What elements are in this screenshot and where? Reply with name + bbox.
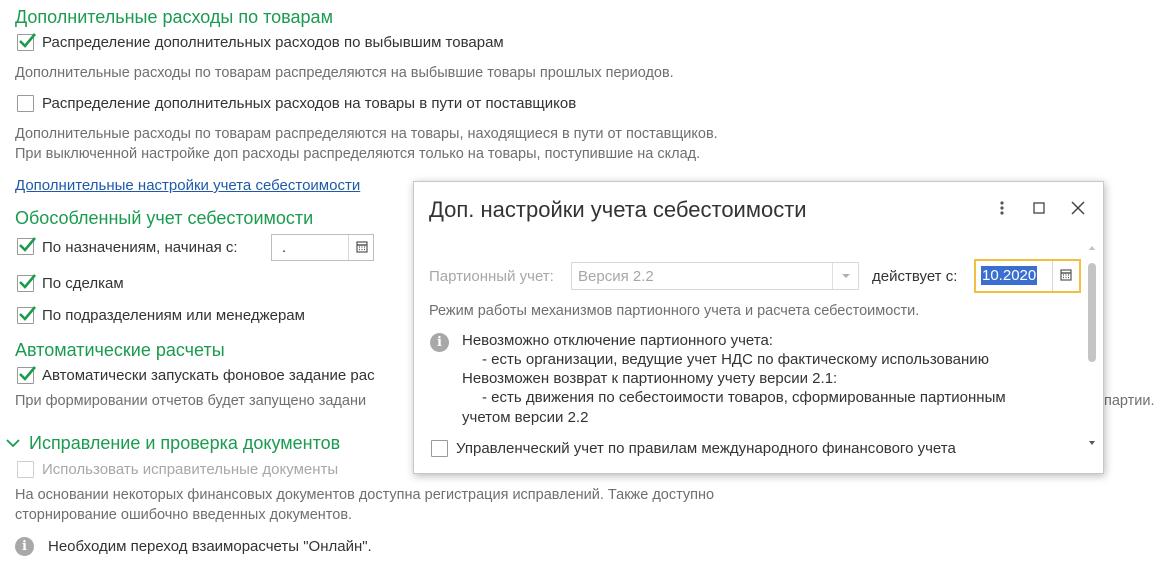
cost-settings-dialog: Доп. настройки учета себестоимости Парти… (413, 181, 1104, 474)
checkbox-distribute-retired[interactable] (17, 33, 36, 51)
checkbox-ifrs-management[interactable] (431, 440, 448, 457)
checkbox-by-deals[interactable] (17, 274, 36, 292)
label-by-deals[interactable]: По сделкам (42, 275, 124, 292)
note-auto: При формировании отчетов будет запущено … (15, 393, 367, 409)
calendar-icon (356, 241, 368, 253)
more-vertical-icon[interactable] (994, 199, 1010, 217)
info-icon: i (430, 333, 449, 352)
effective-date-value: 10.2020 (981, 266, 1038, 285)
section-title-corrections[interactable]: Исправление и проверка документов (29, 433, 340, 454)
chevron-down-icon[interactable] (6, 437, 20, 449)
close-icon[interactable] (1069, 199, 1087, 217)
note-in-transit-line1: Дополнительные расходы по товарам распре… (15, 126, 718, 142)
scroll-down-icon[interactable] (1088, 439, 1096, 447)
checkmark-icon (19, 274, 36, 289)
note-distribute-retired: Дополнительные расходы по товарам распре… (15, 65, 674, 81)
dialog-title: Доп. настройки учета себестоимости (429, 197, 807, 222)
batch-mode-note: Режим работы механизмов партионного учет… (429, 303, 920, 319)
scroll-thumb[interactable] (1088, 263, 1096, 362)
calendar-icon (1060, 269, 1072, 281)
checkbox-corrective-docs[interactable] (17, 461, 34, 478)
dropdown-arrow[interactable] (832, 263, 858, 289)
note-in-transit-line2: При выключенной настройке доп расходы ра… (15, 146, 701, 162)
calendar-button[interactable] (1052, 261, 1078, 291)
checkbox-distribute-in-transit[interactable] (17, 95, 34, 112)
info-line-5: учетом версии 2.2 (462, 409, 589, 426)
info-icon: i (15, 537, 34, 556)
info-line-1: Невозможно отключение партионного учета: (462, 332, 773, 349)
by-purpose-date-field[interactable]: . (271, 234, 374, 261)
scroll-up-icon[interactable] (1088, 244, 1096, 252)
batch-accounting-label: Партионный учет: (429, 268, 554, 285)
section-title-separate: Обособленный учет себестоимости (15, 208, 314, 228)
note-corrections-line2: сторнирование ошибочно введенных докумен… (15, 507, 353, 523)
label-by-purpose[interactable]: По назначениям, начиная с: (42, 239, 238, 256)
checkmark-icon (19, 33, 36, 48)
info-line-3: Невозможен возврат к партионному учету в… (462, 370, 838, 387)
effective-date-field[interactable]: 10.2020 (974, 259, 1081, 293)
section-title-extra-costs: Дополнительные расходы по товарам (15, 7, 333, 27)
dialog-scrollbar[interactable] (1086, 242, 1098, 454)
label-distribute-retired[interactable]: Распределение дополнительных расходов по… (42, 34, 504, 51)
link-extra-cost-settings[interactable]: Дополнительные настройки учета себестоим… (15, 177, 360, 194)
section-title-auto: Автоматические расчеты (15, 340, 225, 360)
label-by-departments[interactable]: По подразделениям или менеджерам (42, 307, 305, 324)
info-line-4: - есть движения по себестоимости товаров… (482, 389, 1006, 406)
note-corrections-line1: На основании некоторых финансовых докуме… (15, 487, 715, 503)
by-purpose-date-value: . (282, 239, 287, 256)
label-distribute-in-transit[interactable]: Распределение дополнительных расходов на… (42, 95, 576, 112)
label-corrective-docs: Использовать исправительные документы (42, 461, 339, 478)
effective-from-label: действует с: (872, 268, 958, 285)
info-line-2: - есть организации, ведущие учет НДС по … (482, 351, 989, 368)
info-online-settlements: Необходим переход взаиморасчеты "Онлайн"… (48, 538, 372, 555)
note-auto-tail: партии. (1104, 393, 1155, 409)
checkbox-by-departments[interactable] (17, 306, 36, 324)
checkmark-icon (19, 366, 36, 381)
checkmark-icon (19, 237, 36, 252)
label-ifrs-management[interactable]: Управленческий учет по правилам междунар… (456, 440, 956, 457)
batch-accounting-value: Версия 2.2 (578, 268, 654, 285)
checkbox-auto-background[interactable] (17, 366, 36, 384)
checkbox-by-purpose[interactable] (17, 237, 36, 255)
chevron-down-icon (842, 274, 850, 278)
maximize-icon[interactable] (1031, 200, 1047, 216)
calendar-button[interactable] (348, 235, 374, 260)
batch-accounting-select[interactable]: Версия 2.2 (571, 262, 859, 290)
label-auto-background[interactable]: Автоматически запускать фоновое задание … (42, 367, 375, 384)
checkmark-icon (19, 306, 36, 321)
